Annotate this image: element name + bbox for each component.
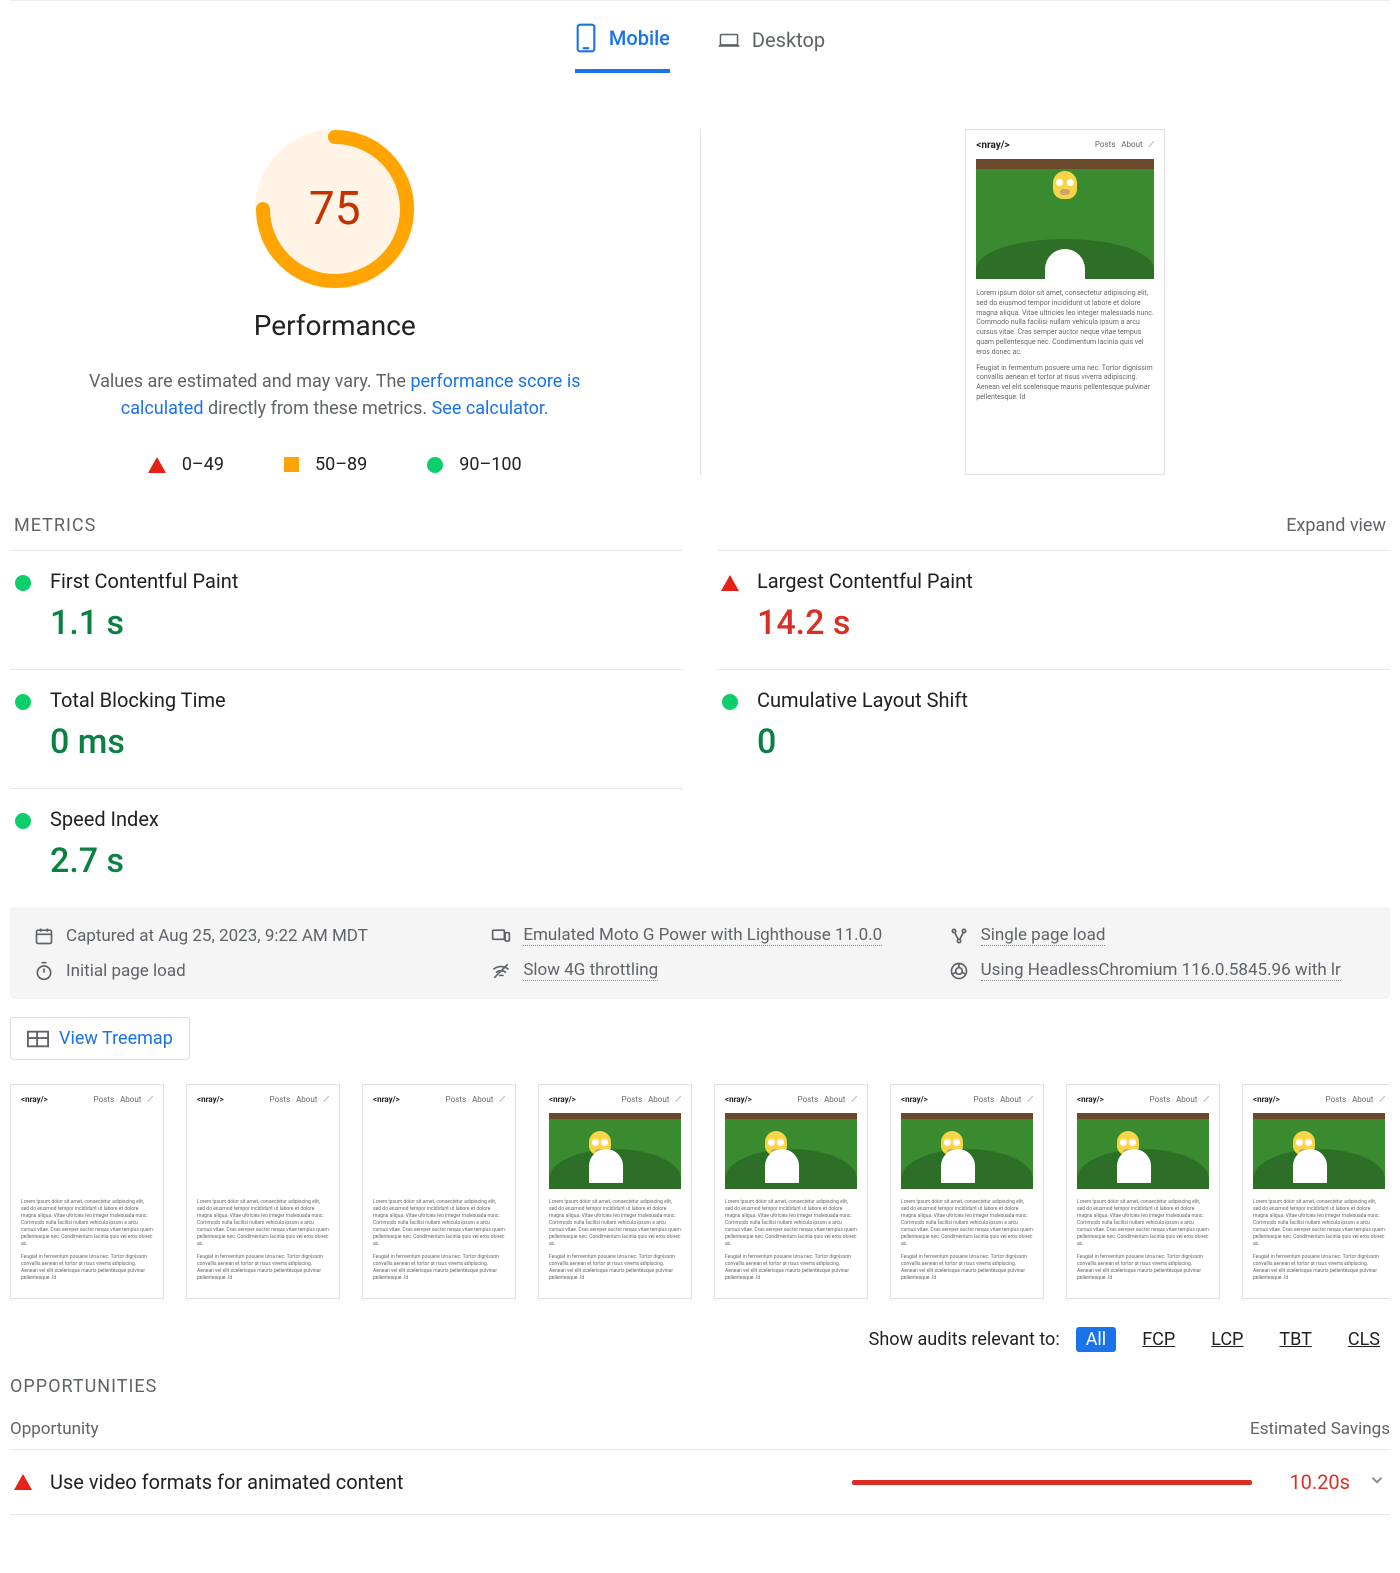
pass-icon bbox=[15, 813, 31, 829]
filter-lcp[interactable]: LCP bbox=[1201, 1327, 1253, 1352]
filmstrip-frame: <nray/>PostsAbout⟋Lorem ipsum dolor sit … bbox=[1066, 1084, 1220, 1299]
metric-tbt: Total Blocking Time0 ms bbox=[10, 669, 683, 788]
filter-all[interactable]: All bbox=[1076, 1327, 1117, 1352]
environment-summary: Captured at Aug 25, 2023, 9:22 AM MDT Em… bbox=[10, 907, 1390, 999]
filter-cls[interactable]: CLS bbox=[1338, 1327, 1390, 1352]
desktop-icon bbox=[718, 25, 740, 55]
env-load: Single page load bbox=[949, 925, 1366, 946]
filter-fcp[interactable]: FCP bbox=[1132, 1327, 1185, 1352]
filmstrip-frame: <nray/>PostsAbout⟋Lorem ipsum dolor sit … bbox=[362, 1084, 516, 1299]
opportunities-header: Opportunity Estimated Savings bbox=[10, 1419, 1390, 1439]
env-network: Slow 4G throttling bbox=[491, 960, 908, 981]
metrics-grid: First Contentful Paint1.1 s Largest Cont… bbox=[10, 550, 1390, 907]
metrics-title: METRICS bbox=[14, 515, 96, 536]
filmstrip-frame: <nray/>PostsAbout⟋Lorem ipsum dolor sit … bbox=[186, 1084, 340, 1299]
opportunities-title: OPPORTUNITIES bbox=[10, 1376, 1390, 1397]
performance-gauge: 75 bbox=[255, 129, 415, 289]
overview-screenshot: <nray/>PostsAbout⟋ Lorem ipsum dolor sit… bbox=[701, 129, 1391, 475]
pass-icon bbox=[722, 694, 738, 710]
savings-bar bbox=[852, 1480, 1252, 1485]
performance-label: Performance bbox=[254, 309, 416, 342]
legend-average: 50–89 bbox=[284, 454, 367, 475]
filmstrip-frame: <nray/>PostsAbout⟋Lorem ipsum dolor sit … bbox=[890, 1084, 1044, 1299]
page-screenshot: <nray/>PostsAbout⟋ Lorem ipsum dolor sit… bbox=[965, 129, 1165, 475]
calendar-icon bbox=[34, 926, 54, 946]
tab-mobile[interactable]: Mobile bbox=[575, 23, 670, 73]
filmstrip-frame: <nray/>PostsAbout⟋Lorem ipsum dolor sit … bbox=[10, 1084, 164, 1299]
audit-filter-label: Show audits relevant to: bbox=[869, 1329, 1060, 1350]
see-calculator-link[interactable]: See calculator. bbox=[432, 398, 549, 419]
network-icon bbox=[491, 961, 511, 981]
tab-mobile-label: Mobile bbox=[609, 26, 670, 50]
expand-view-toggle[interactable]: Expand view bbox=[1286, 515, 1386, 536]
metrics-header: METRICS Expand view bbox=[10, 515, 1390, 536]
env-initial: Initial page load bbox=[34, 960, 451, 981]
legend-fail: 0–49 bbox=[148, 454, 224, 475]
metric-fcp: First Contentful Paint1.1 s bbox=[10, 550, 683, 669]
tab-desktop-label: Desktop bbox=[752, 28, 825, 52]
devices-icon bbox=[491, 926, 511, 946]
env-captured: Captured at Aug 25, 2023, 9:22 AM MDT bbox=[34, 925, 451, 946]
legend-pass: 90–100 bbox=[427, 454, 521, 475]
fail-icon bbox=[14, 1474, 32, 1490]
env-device: Emulated Moto G Power with Lighthouse 11… bbox=[491, 925, 908, 946]
metric-si: Speed Index2.7 s bbox=[10, 788, 683, 907]
score-legend: 0–49 50–89 90–100 bbox=[148, 454, 522, 475]
opportunity-row[interactable]: Use video formats for animated content 1… bbox=[10, 1449, 1390, 1515]
device-tabs: Mobile Desktop bbox=[10, 0, 1390, 73]
env-browser: Using HeadlessChromium 116.0.5845.96 wit… bbox=[949, 960, 1366, 981]
performance-description: Values are estimated and may vary. The p… bbox=[55, 368, 615, 422]
mobile-icon bbox=[575, 23, 597, 53]
audit-filter: Show audits relevant to: All FCP LCP TBT… bbox=[10, 1327, 1390, 1352]
filmstrip-frame: <nray/>PostsAbout⟋Lorem ipsum dolor sit … bbox=[1242, 1084, 1390, 1299]
pass-icon bbox=[15, 694, 31, 710]
filmstrip-frame: <nray/>PostsAbout⟋Lorem ipsum dolor sit … bbox=[714, 1084, 868, 1299]
chevron-down-icon bbox=[1368, 1471, 1386, 1493]
hub-icon bbox=[949, 926, 969, 946]
overview-summary: 75 Performance Values are estimated and … bbox=[10, 129, 701, 475]
filmstrip-frame: <nray/>PostsAbout⟋Lorem ipsum dolor sit … bbox=[538, 1084, 692, 1299]
overview: 75 Performance Values are estimated and … bbox=[10, 129, 1390, 475]
tab-desktop[interactable]: Desktop bbox=[718, 23, 825, 73]
metric-cls: Cumulative Layout Shift0 bbox=[717, 669, 1390, 788]
timer-icon bbox=[34, 961, 54, 981]
pass-icon bbox=[15, 575, 31, 591]
chrome-icon bbox=[949, 961, 969, 981]
filmstrip: <nray/>PostsAbout⟋Lorem ipsum dolor sit … bbox=[10, 1084, 1390, 1299]
view-treemap-button[interactable]: View Treemap bbox=[10, 1017, 190, 1060]
performance-score: 75 bbox=[255, 129, 415, 289]
fail-icon bbox=[721, 575, 739, 591]
metric-lcp: Largest Contentful Paint14.2 s bbox=[717, 550, 1390, 669]
filter-tbt[interactable]: TBT bbox=[1269, 1327, 1321, 1352]
treemap-icon bbox=[27, 1030, 49, 1048]
